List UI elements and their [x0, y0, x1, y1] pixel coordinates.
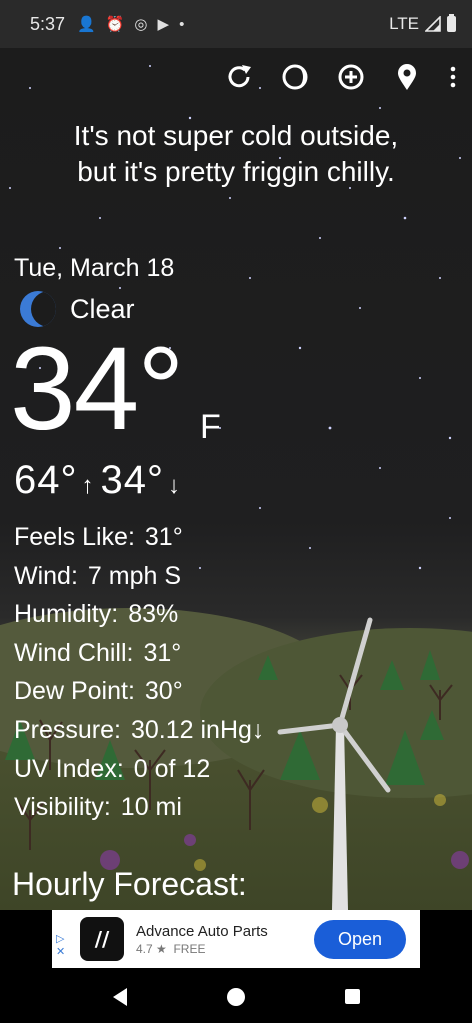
condition-row: Clear — [20, 291, 135, 327]
detail-row: UV Index: 0 of 12 — [14, 754, 211, 783]
headline-line-1: It's not super cold outside, — [73, 120, 399, 151]
detail-row: Pressure: 30.12 inHg↓ — [14, 715, 265, 744]
ad-open-button[interactable]: Open — [313, 919, 406, 959]
status-bar: 5:37 👤 ⏰ ◎ ▶ • LTE — [0, 0, 472, 48]
up-arrow-icon: ↑ — [81, 472, 95, 499]
detail-row: Wind: 7 mph S — [14, 561, 182, 590]
add-location-icon[interactable] — [336, 62, 366, 92]
ad-choices-icon[interactable]: ▷ ✕ — [56, 932, 65, 958]
detail-row: Feels Like: 31° — [14, 523, 183, 551]
detail-row: Humidity: 83% — [14, 600, 179, 629]
alarm-icon: ⏰ — [105, 16, 125, 33]
chrome-icon: ◎ — [134, 16, 148, 33]
detail-row: Dew Point: 30° — [14, 677, 183, 706]
weather-details-list: Feels Like: 31° Wind: 7 mph S Humidity: 83%… — [14, 518, 264, 827]
detail-row: Visibility: 10 mi — [14, 793, 182, 822]
condition-label: Clear — [70, 293, 135, 324]
clear-night-moon-icon — [20, 291, 56, 327]
back-icon[interactable] — [112, 987, 127, 1006]
headline-line-2: but it's pretty friggin chilly. — [77, 156, 395, 187]
location-pin-icon[interactable] — [392, 62, 422, 92]
signal-icon — [425, 16, 441, 32]
ad-price: FREE — [173, 941, 206, 956]
current-date: Tue, March 18 — [14, 254, 175, 282]
theme-icon[interactable] — [280, 62, 310, 92]
system-nav-bar — [0, 970, 472, 1023]
ad-banner-container: ▷ ✕ // Advance Auto Parts 4.7 ★ FREE Open — [0, 910, 472, 970]
high-temperature: 64° — [14, 458, 78, 502]
detail-row: Wind Chill: 31° — [14, 638, 182, 667]
advertiser-logo: // — [80, 917, 124, 961]
wind-turbine-illustration — [277, 617, 391, 910]
top-toolbar — [224, 62, 458, 92]
low-temperature: 34° — [100, 458, 164, 502]
weather-headline: It's not super cold outside, but it's pr… — [0, 118, 472, 190]
current-temperature: 34° — [10, 323, 184, 455]
home-icon[interactable] — [226, 987, 245, 1006]
network-label: LTE — [389, 14, 419, 33]
dot-icon: • — [179, 15, 185, 33]
temperature-unit: F — [200, 408, 221, 446]
high-low-temperatures: 64° ↑ 34° ↓ — [14, 458, 187, 503]
status-time: 5:37 — [30, 13, 66, 34]
hourly-forecast-heading: Hourly Forecast: — [12, 866, 247, 902]
battery-icon — [447, 14, 456, 32]
down-arrow-icon: ↓ — [168, 472, 181, 499]
ad-banner[interactable]: ▷ ✕ // Advance Auto Parts 4.7 ★ FREE Open — [52, 910, 420, 968]
person-alert-icon: 👤 — [77, 16, 96, 33]
recents-icon[interactable] — [344, 989, 360, 1004]
more-vert-icon[interactable] — [448, 62, 458, 92]
refresh-icon[interactable] — [224, 62, 254, 92]
youtube-icon: ▶ — [157, 16, 170, 33]
ad-meta: 4.7 ★ FREE — [136, 942, 268, 956]
ad-rating: 4.7 ★ — [136, 941, 167, 956]
ad-title: Advance Auto Parts — [136, 922, 268, 940]
